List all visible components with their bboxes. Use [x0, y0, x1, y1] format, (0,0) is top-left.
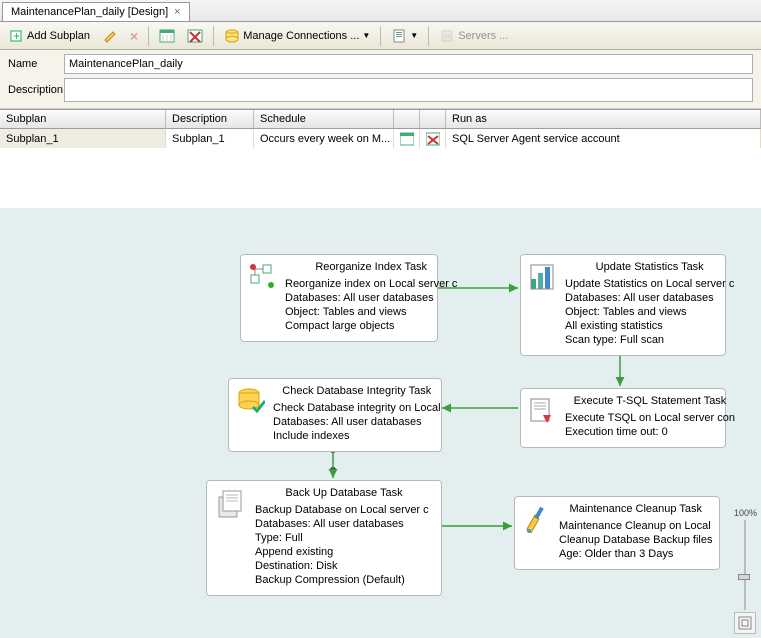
zoom-fit-button[interactable] [734, 612, 756, 634]
toolbar: + Add Subplan × Manage Connections ... ▼… [0, 22, 761, 50]
tab-design[interactable]: MaintenancePlan_daily [Design] × [2, 2, 190, 21]
add-subplan-button[interactable]: + Add Subplan [4, 26, 94, 46]
description-input[interactable] [64, 78, 753, 102]
node-title: Check Database Integrity Task [273, 385, 441, 397]
node-update-statistics[interactable]: Update Statistics Task Update Statistics… [520, 254, 726, 356]
tsql-icon [529, 395, 557, 439]
cell-runas[interactable]: SQL Server Agent service account [446, 129, 761, 148]
node-title: Reorganize Index Task [285, 261, 457, 273]
col-calx [420, 110, 446, 129]
remove-schedule-button[interactable] [183, 26, 207, 46]
subplan-grid: Subplan Description Schedule Run as Subp… [0, 109, 761, 148]
close-icon[interactable]: × [174, 6, 180, 18]
cell-subplan: Subplan_1 [0, 129, 166, 148]
tab-title: MaintenancePlan_daily [Design] [11, 6, 168, 18]
node-maintenance-cleanup[interactable]: Maintenance Cleanup Task Maintenance Cle… [514, 496, 720, 570]
zoom-label: 100% [734, 508, 757, 518]
manage-connections-label: Manage Connections ... [243, 30, 359, 42]
statistics-icon [529, 261, 557, 347]
node-title: Back Up Database Task [255, 487, 433, 499]
cell-desc[interactable]: Subplan_1 [166, 129, 254, 148]
delete-subplan-button: × [126, 26, 142, 46]
cell-sched: Occurs every week on M... [254, 129, 394, 148]
edit-subplan-button[interactable] [98, 26, 122, 46]
grid-header: Subplan Description Schedule Run as [0, 110, 761, 129]
servers-label: Servers ... [458, 30, 508, 42]
node-title: Maintenance Cleanup Task [559, 503, 712, 515]
cleanup-icon [523, 503, 551, 561]
col-runas[interactable]: Run as [446, 110, 761, 129]
chevron-down-icon: ▼ [362, 31, 370, 40]
chevron-down-icon: ▼ [410, 31, 418, 40]
database-check-icon [237, 385, 265, 443]
zoom-control[interactable]: 100% [734, 508, 757, 634]
node-check-integrity[interactable]: Check Database Integrity Task Check Data… [228, 378, 442, 452]
node-execute-tsql[interactable]: Execute T-SQL Statement Task Execute TSQ… [520, 388, 726, 448]
add-subplan-label: Add Subplan [27, 30, 90, 42]
cell-calendar-button[interactable] [394, 129, 420, 148]
plan-form: Name Description [0, 50, 761, 109]
reorganize-icon [249, 261, 277, 333]
servers-button: Servers ... [435, 26, 512, 46]
col-cal [394, 110, 420, 129]
calendar-button[interactable] [155, 26, 179, 46]
zoom-slider[interactable] [744, 520, 746, 610]
zoom-thumb[interactable] [738, 574, 750, 580]
designer-canvas[interactable]: Reorganize Index Task Reorganize index o… [0, 208, 761, 638]
report-button[interactable]: ▼ [387, 26, 422, 46]
col-description[interactable]: Description [166, 110, 254, 129]
svg-text:+: + [13, 29, 20, 43]
node-title: Execute T-SQL Statement Task [565, 395, 735, 407]
tab-bar: MaintenancePlan_daily [Design] × [0, 0, 761, 22]
backup-icon [215, 487, 247, 587]
node-backup-database[interactable]: Back Up Database Task Backup Database on… [206, 480, 442, 596]
col-schedule[interactable]: Schedule [254, 110, 394, 129]
cell-remove-schedule-button[interactable] [420, 129, 446, 148]
node-title: Update Statistics Task [565, 261, 734, 273]
name-input[interactable] [64, 54, 753, 74]
description-label: Description [8, 84, 64, 96]
node-reorganize-index[interactable]: Reorganize Index Task Reorganize index o… [240, 254, 438, 342]
manage-connections-button[interactable]: Manage Connections ... ▼ [220, 26, 374, 46]
table-row[interactable]: Subplan_1 Subplan_1 Occurs every week on… [0, 129, 761, 148]
name-label: Name [8, 58, 64, 70]
col-subplan[interactable]: Subplan [0, 110, 166, 129]
